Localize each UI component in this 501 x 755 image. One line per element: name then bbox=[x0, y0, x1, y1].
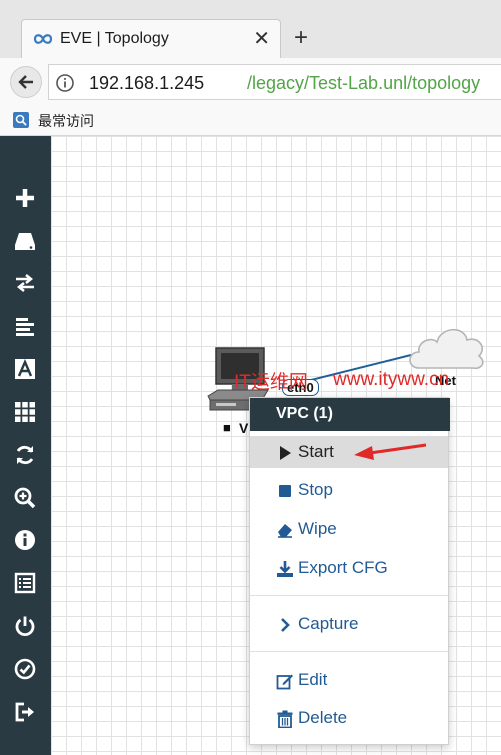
menu-item-label: Stop bbox=[298, 480, 333, 499]
bookmark-folder-icon bbox=[13, 112, 29, 128]
download-icon bbox=[277, 561, 293, 577]
watermark-url: www.ityww.cn bbox=[333, 369, 450, 390]
menu-divider bbox=[250, 651, 448, 652]
edit-icon bbox=[276, 674, 293, 690]
bookmarks-bar: 最常访问 bbox=[0, 104, 501, 136]
info-icon[interactable] bbox=[13, 528, 37, 552]
watermark-cn: IT运维网 bbox=[234, 372, 308, 393]
menu-item-wipe[interactable]: Wipe bbox=[250, 513, 448, 545]
menu-item-label: Start bbox=[298, 442, 334, 461]
lab-details-icon[interactable] bbox=[13, 571, 37, 595]
power-icon[interactable] bbox=[13, 614, 37, 638]
menu-item-stop[interactable]: Stop bbox=[250, 474, 448, 506]
network-icon[interactable] bbox=[13, 271, 37, 295]
grid-icon[interactable] bbox=[13, 400, 37, 424]
text-icon[interactable] bbox=[13, 357, 37, 381]
back-arrow-icon bbox=[18, 75, 33, 89]
new-tab-button[interactable]: + bbox=[294, 26, 308, 50]
url-path: /legacy/Test-Lab.unl/topology bbox=[247, 73, 481, 93]
menu-item-label: Wipe bbox=[298, 519, 337, 538]
tab-eve-topology[interactable]: EVE | Topology ✕ bbox=[21, 19, 281, 59]
play-icon bbox=[280, 446, 291, 460]
node-icon[interactable] bbox=[13, 229, 37, 253]
back-button[interactable] bbox=[10, 66, 42, 98]
url-host: 192.168.1.245 bbox=[89, 73, 205, 93]
refresh-icon[interactable] bbox=[13, 443, 37, 467]
cloud-icon[interactable] bbox=[405, 322, 489, 374]
annotation-arrow-icon bbox=[354, 443, 427, 460]
nav-bar: 192.168.1.245 /legacy/Test-Lab.unl/topol… bbox=[0, 58, 501, 104]
close-tab-icon[interactable]: ✕ bbox=[253, 26, 270, 51]
eraser-icon bbox=[278, 524, 292, 538]
context-menu-title: VPC (1) bbox=[276, 405, 333, 422]
menu-item-export-cfg[interactable]: Export CFG bbox=[250, 552, 448, 584]
menu-item-edit[interactable]: Edit bbox=[250, 664, 448, 696]
menu-divider bbox=[250, 595, 448, 596]
zoom-icon[interactable] bbox=[13, 486, 37, 510]
tab-title: EVE | Topology bbox=[60, 30, 169, 47]
url-bar[interactable]: 192.168.1.245 /legacy/Test-Lab.unl/topol… bbox=[48, 64, 501, 100]
menu-item-label: Edit bbox=[298, 670, 328, 689]
list-icon[interactable] bbox=[13, 314, 37, 338]
check-icon[interactable] bbox=[13, 657, 37, 681]
bookmark-most-visited[interactable]: 最常访问 bbox=[38, 111, 94, 131]
menu-item-label: Export CFG bbox=[298, 558, 388, 577]
tab-strip: EVE | Topology ✕ + bbox=[0, 0, 501, 59]
sidebar bbox=[0, 136, 51, 755]
trash-icon bbox=[277, 710, 293, 728]
stop-icon bbox=[279, 485, 291, 497]
add-icon[interactable] bbox=[13, 186, 37, 210]
menu-item-label: Capture bbox=[298, 614, 359, 633]
context-menu-header: VPC (1) bbox=[250, 398, 450, 431]
menu-item-label: Delete bbox=[298, 708, 348, 727]
menu-item-delete[interactable]: Delete bbox=[250, 702, 448, 734]
chevron-right-icon bbox=[281, 618, 290, 632]
menu-item-capture[interactable]: Capture bbox=[250, 608, 448, 640]
info-circle-icon[interactable] bbox=[55, 73, 75, 93]
logout-icon[interactable] bbox=[13, 700, 37, 724]
eve-favicon-icon bbox=[33, 34, 53, 44]
node-status-icon: ■ bbox=[223, 420, 231, 435]
